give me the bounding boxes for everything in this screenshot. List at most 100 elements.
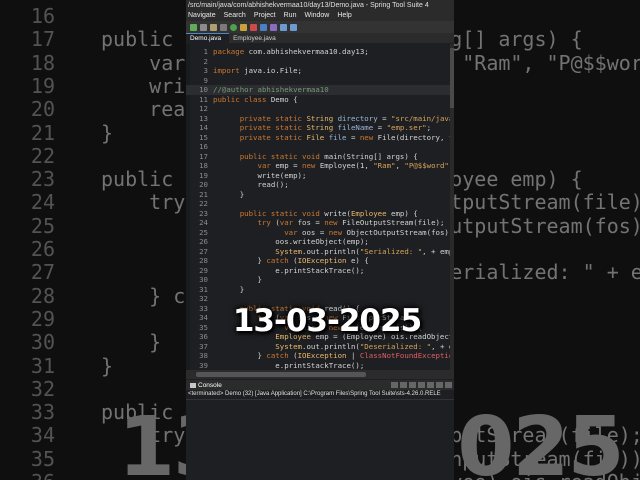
tab-console[interactable]: Console xyxy=(186,382,226,389)
line-number: 20 xyxy=(199,180,208,189)
line-number: 31 xyxy=(199,284,208,294)
code-line: 13 private static String directory = "sr… xyxy=(186,114,454,124)
editor-scroll-thumb[interactable] xyxy=(450,48,454,108)
code-token: Employee(1, xyxy=(319,161,374,170)
tab-demo-java[interactable]: Demo.java xyxy=(186,33,230,43)
code-token: private static xyxy=(239,123,307,132)
toolbar xyxy=(186,21,454,33)
line-number: 26 xyxy=(199,237,208,246)
code-line: 28 } catch (IOException e) { xyxy=(186,256,369,266)
code-token: IOException xyxy=(297,351,351,360)
editor-horizontal-thumb[interactable] xyxy=(196,372,366,377)
window-title: /src/main/java/com/abhishekvermaa10/day1… xyxy=(186,0,454,11)
minimize-icon[interactable] xyxy=(445,382,452,388)
code-token: | xyxy=(350,351,360,360)
line-number: 22 xyxy=(199,199,208,208)
line-number: 37 xyxy=(199,341,208,351)
print-icon[interactable] xyxy=(220,23,227,31)
console-tab-bar: Console xyxy=(186,380,454,390)
debug-icon[interactable] xyxy=(240,23,247,31)
code-token: emp) { xyxy=(391,208,418,218)
remove-launch-icon[interactable] xyxy=(400,382,407,388)
line-number: 28 xyxy=(199,256,208,265)
code-token: } xyxy=(213,351,267,360)
line-number: 21 xyxy=(199,189,208,199)
code-token: var xyxy=(279,218,298,227)
code-line: 19 write(emp); xyxy=(186,171,306,181)
forward-icon[interactable] xyxy=(290,23,297,31)
code-token: } xyxy=(213,275,262,284)
menu-navigate[interactable]: Navigate xyxy=(188,11,216,21)
console-icon xyxy=(190,382,196,388)
code-line: 20 read(); xyxy=(186,180,289,190)
menu-search[interactable]: Search xyxy=(224,11,246,21)
menu-bar: Navigate Search Project Run Window Help xyxy=(186,11,454,21)
save-icon[interactable] xyxy=(200,23,207,31)
line-number: 27 xyxy=(199,246,208,256)
line-number: 30 xyxy=(199,275,208,284)
code-line: 25 var oos = new ObjectOutputStream(fos)… xyxy=(186,228,454,238)
line-number: 32 xyxy=(199,294,208,303)
refactor-icon[interactable] xyxy=(270,23,277,31)
code-line: 30 } xyxy=(186,275,262,285)
menu-run[interactable]: Run xyxy=(284,11,297,21)
code-token: } xyxy=(213,256,267,265)
console-status: <terminated> Demo (32) [Java Application… xyxy=(186,390,454,400)
code-token: FileOutputStream(file); xyxy=(342,218,445,227)
code-token: oos = xyxy=(302,227,329,237)
line-number: 17 xyxy=(199,151,208,161)
code-line: 2 xyxy=(186,57,213,67)
scroll-lock-icon[interactable] xyxy=(418,382,425,388)
stop-icon[interactable] xyxy=(250,23,257,31)
search-icon[interactable] xyxy=(260,23,267,31)
code-token: "P@$$word" xyxy=(404,161,449,170)
open-icon[interactable] xyxy=(210,23,217,31)
code-line: 22 xyxy=(186,199,213,209)
code-token: = xyxy=(377,123,387,132)
clear-console-icon[interactable] xyxy=(409,382,416,388)
code-token: com.abhishekvermaa10.day13; xyxy=(248,47,369,56)
code-token: "Deserialized: " xyxy=(359,341,432,351)
code-token: file xyxy=(328,132,351,142)
code-token: String xyxy=(306,123,338,132)
line-number: 13 xyxy=(199,113,208,123)
tab-employee-java[interactable]: Employee.java xyxy=(229,34,284,43)
line-number: 36 xyxy=(199,332,208,341)
code-line: 11 public class Demo { xyxy=(186,95,297,105)
code-token: .out.println( xyxy=(302,341,360,351)
code-line: 21 } xyxy=(186,190,244,200)
menu-help[interactable]: Help xyxy=(337,11,351,21)
terminate-icon[interactable] xyxy=(391,382,398,388)
code-token: new xyxy=(359,132,378,142)
code-line: 38 } catch (IOException | ClassNotFoundE… xyxy=(186,351,454,361)
line-number: 34 xyxy=(199,313,208,322)
code-token: String xyxy=(306,113,338,123)
code-token: directory xyxy=(337,113,383,123)
code-token: fos = xyxy=(297,218,325,227)
menu-project[interactable]: Project xyxy=(254,11,276,21)
code-line: 10 //@author abhishekvermaa10 xyxy=(186,85,454,95)
code-line: 14 private static String fileName = "emp… xyxy=(186,123,431,133)
code-line: 18 var emp = new Employee(1, "Ram", "P@$… xyxy=(186,161,454,171)
code-token: read(); xyxy=(213,180,289,189)
display-console-icon[interactable] xyxy=(436,382,443,388)
code-line: 39 e.printStackTrace(); xyxy=(186,361,364,371)
code-token: emp = xyxy=(275,161,303,170)
code-token: write(emp); xyxy=(213,170,307,180)
line-number: 38 xyxy=(199,351,208,360)
code-token: = xyxy=(350,132,360,142)
code-token: catch xyxy=(266,256,294,265)
code-line: 15 private static File file = new File(d… xyxy=(186,133,454,143)
run-icon[interactable] xyxy=(230,23,237,31)
pin-icon[interactable] xyxy=(427,382,434,388)
menu-window[interactable]: Window xyxy=(304,11,329,21)
back-icon[interactable] xyxy=(280,23,287,31)
new-icon[interactable] xyxy=(190,23,197,31)
console-panel: Console <terminated> Demo (32) [Java App… xyxy=(186,380,454,480)
line-number: 3 xyxy=(203,66,208,75)
code-token: public static void xyxy=(239,151,325,161)
